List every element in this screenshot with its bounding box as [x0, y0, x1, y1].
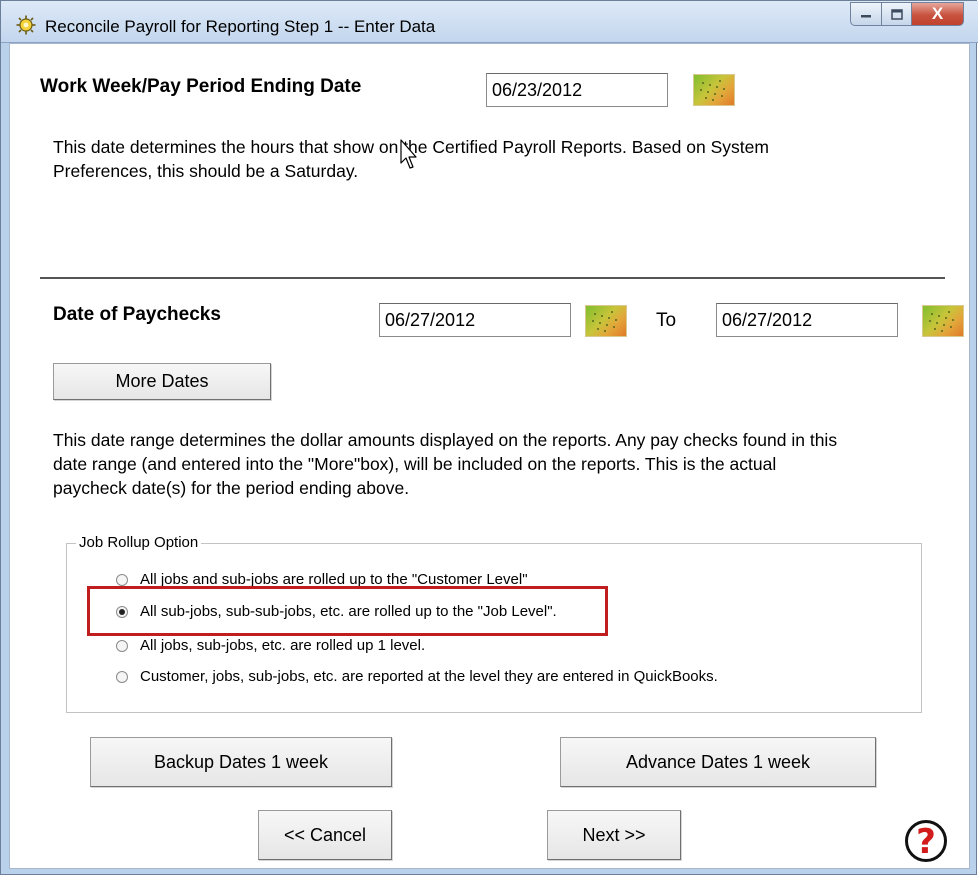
paychecks-description: This date range determines the dollar am…: [53, 428, 963, 500]
mouse-pointer-icon: [400, 139, 417, 169]
maximize-icon: [890, 8, 903, 20]
paycheck-from-date-field[interactable]: 06/27/2012: [379, 303, 571, 337]
more-dates-button[interactable]: More Dates: [53, 363, 271, 400]
title-bar[interactable]: Reconcile Payroll for Reporting Step 1 -…: [1, 1, 978, 43]
radio-button[interactable]: [116, 573, 128, 586]
work-week-description: This date determines the hours that show…: [53, 135, 953, 183]
radio-button[interactable]: [116, 639, 128, 652]
help-button[interactable]: ?: [905, 820, 947, 862]
app-icon: [16, 15, 36, 35]
paychecks-description-line3: paycheck date(s) for the period ending a…: [53, 478, 410, 498]
radio-button[interactable]: [116, 670, 128, 683]
paycheck-to-date-field[interactable]: 06/27/2012: [716, 303, 898, 337]
rollup-option-one-level[interactable]: All jobs, sub-jobs, etc. are rolled up 1…: [116, 637, 425, 654]
highlight-box: [87, 586, 608, 636]
rollup-option-label: All jobs, sub-jobs, etc. are rolled up 1…: [140, 637, 426, 654]
close-button[interactable]: X: [912, 2, 964, 26]
work-week-description-line2: Preferences, this should be a Saturday.: [53, 161, 359, 181]
help-icon: ?: [916, 822, 936, 862]
work-week-description-line1: This date determines the hours that show…: [53, 137, 769, 157]
calendar-icon: [929, 311, 954, 332]
backup-dates-button[interactable]: Backup Dates 1 week: [90, 737, 392, 787]
advance-dates-button[interactable]: Advance Dates 1 week: [560, 737, 876, 787]
window-controls: X: [850, 2, 964, 28]
section-divider: [40, 277, 945, 279]
paychecks-description-line2: date range (and entered into the "More"b…: [53, 454, 777, 474]
rollup-option-label: Customer, jobs, sub-jobs, etc. are repor…: [140, 668, 718, 685]
work-week-calendar-button[interactable]: [693, 74, 735, 106]
paycheck-from-calendar-button[interactable]: [585, 305, 627, 337]
calendar-icon: [592, 311, 617, 332]
paychecks-description-line1: This date range determines the dollar am…: [53, 430, 838, 450]
minimize-button[interactable]: [850, 2, 882, 26]
cancel-button[interactable]: << Cancel: [258, 810, 392, 860]
work-week-date-field[interactable]: 06/23/2012: [486, 73, 668, 107]
window-title: Reconcile Payroll for Reporting Step 1 -…: [45, 17, 436, 36]
paycheck-to-calendar-button[interactable]: [922, 305, 964, 337]
job-rollup-caption: Job Rollup Option: [76, 534, 202, 551]
next-button[interactable]: Next >>: [547, 810, 681, 860]
work-week-label: Work Week/Pay Period Ending Date: [40, 76, 362, 97]
rollup-option-as-entered[interactable]: Customer, jobs, sub-jobs, etc. are repor…: [116, 668, 718, 685]
close-icon: X: [931, 4, 944, 23]
calendar-icon: [700, 80, 725, 101]
to-label: To: [656, 310, 677, 331]
maximize-button[interactable]: [882, 2, 912, 26]
minimize-icon: [861, 15, 871, 18]
paychecks-label: Date of Paychecks: [53, 304, 221, 325]
